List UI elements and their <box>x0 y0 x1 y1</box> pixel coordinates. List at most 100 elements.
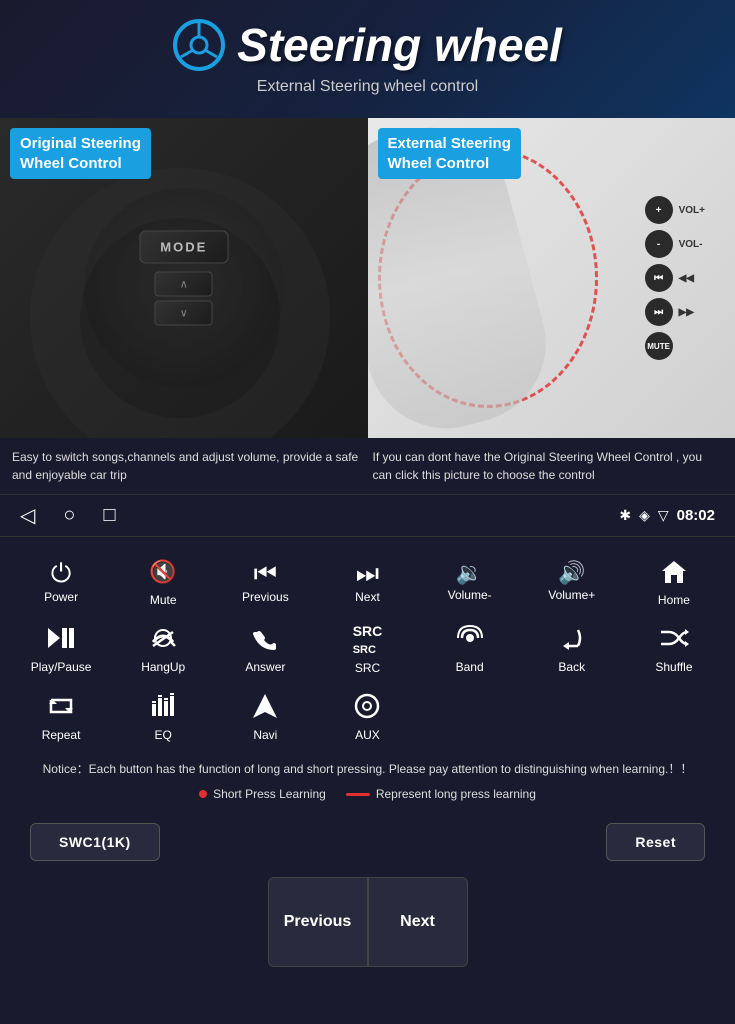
home-nav-icon[interactable]: ○ <box>63 504 75 527</box>
home-label: Home <box>658 593 690 607</box>
previous-button[interactable]: ⏮ Previous <box>214 547 316 613</box>
header-section: Steering wheel External Steering wheel c… <box>0 0 735 118</box>
volume-minus-icon: 🔉 <box>456 562 483 584</box>
short-press-dot <box>199 790 207 798</box>
controls-section: ⏻ Power 🔇 Mute ⏮ Previous ⏭ Next 🔉 Volum… <box>0 537 735 748</box>
android-nav-bar: ◁ ○ □ ✱ ◈ ▽ 08:02 <box>0 494 735 537</box>
vol-minus-mock: - VOL- <box>645 230 705 258</box>
back-label: Back <box>558 660 585 674</box>
system-time: 08:02 <box>677 507 715 524</box>
power-label: Power <box>44 590 78 604</box>
band-icon <box>456 624 484 656</box>
prev-next-nav: Previous Next <box>0 877 735 977</box>
left-image-panel[interactable]: Original SteeringWheel Control MODE ∧ ∨ <box>0 118 368 438</box>
nav-icons-left: ◁ ○ □ <box>20 503 116 528</box>
bluetooth-icon: ✱ <box>619 507 631 524</box>
power-icon: ⏻ <box>51 560 72 586</box>
eq-icon <box>149 692 177 724</box>
controls-row-2: Play/Pause HangUp Answer SRCSRC <box>10 613 725 681</box>
nav-icons-right: ✱ ◈ ▽ 08:02 <box>619 507 715 524</box>
page-title: Steering wheel <box>237 18 562 72</box>
svg-text:🔇: 🔇 <box>149 559 176 584</box>
volume-plus-button[interactable]: 🔊 Volume+ <box>521 547 623 613</box>
external-controls-mock: + VOL+ - VOL- ⏮ ◀◀ ⏭ ▶▶ MUTE <box>645 196 705 360</box>
mute-mock: MUTE <box>645 332 705 360</box>
answer-button[interactable]: Answer <box>214 613 316 681</box>
bottom-buttons-row: SWC1(1K) Reset <box>0 809 735 877</box>
captions-section: Easy to switch songs,channels and adjust… <box>0 438 735 494</box>
long-press-legend: Represent long press learning <box>346 787 536 801</box>
repeat-button[interactable]: Repeat <box>10 682 112 748</box>
shuffle-label: Shuffle <box>655 660 692 674</box>
shuffle-button[interactable]: Shuffle <box>623 613 725 681</box>
mute-label: Mute <box>150 593 177 607</box>
answer-label: Answer <box>245 660 285 674</box>
long-press-line <box>346 793 370 796</box>
next-mock: ⏭ ▶▶ <box>645 298 705 326</box>
play-pause-icon <box>46 624 76 656</box>
prev-mock: ⏮ ◀◀ <box>645 264 705 292</box>
controls-row-3: Repeat EQ <box>10 682 725 748</box>
back-nav-icon[interactable]: ◁ <box>20 503 35 528</box>
next-page-button[interactable]: Next <box>368 877 468 967</box>
right-image-panel[interactable]: External SteeringWheel Control + VOL+ - … <box>368 118 735 438</box>
navi-label: Navi <box>253 728 277 742</box>
location-icon: ◈ <box>639 507 650 524</box>
volume-plus-icon: 🔊 <box>558 562 585 584</box>
images-section: Original SteeringWheel Control MODE ∧ ∨ … <box>0 118 735 438</box>
aux-label: AUX <box>355 728 380 742</box>
next-button[interactable]: ⏭ Next <box>316 547 418 613</box>
short-press-legend: Short Press Learning <box>199 787 326 801</box>
short-press-label: Short Press Learning <box>213 787 326 801</box>
mute-button[interactable]: 🔇 Mute <box>112 547 214 613</box>
page-subtitle: External Steering wheel control <box>20 78 715 96</box>
eq-button[interactable]: EQ <box>112 682 214 748</box>
aux-icon <box>353 692 381 724</box>
volume-minus-label: Volume- <box>448 588 492 602</box>
right-caption: If you can dont have the Original Steeri… <box>373 448 724 484</box>
home-icon <box>660 557 688 589</box>
hangup-icon <box>149 624 177 656</box>
vol-plus-mock: + VOL+ <box>645 196 705 224</box>
header-title-row: Steering wheel <box>20 18 715 72</box>
reset-button[interactable]: Reset <box>606 823 705 861</box>
legend-row: Short Press Learning Represent long pres… <box>16 787 719 801</box>
volume-minus-button[interactable]: 🔉 Volume- <box>419 547 521 613</box>
notice-text: Notice：Each button has the function of l… <box>16 760 719 779</box>
notice-section: Notice：Each button has the function of l… <box>0 748 735 809</box>
home-button[interactable]: Home <box>623 547 725 613</box>
answer-icon <box>251 624 279 656</box>
mute-icon: 🔇 <box>149 557 177 589</box>
volume-plus-label: Volume+ <box>548 588 595 602</box>
power-button[interactable]: ⏻ Power <box>10 547 112 613</box>
controls-row-1: ⏻ Power 🔇 Mute ⏮ Previous ⏭ Next 🔉 Volum… <box>10 547 725 613</box>
previous-page-button[interactable]: Previous <box>268 877 368 967</box>
eq-label: EQ <box>155 728 172 742</box>
swc-button[interactable]: SWC1(1K) <box>30 823 160 861</box>
back-icon <box>558 624 586 656</box>
long-press-label: Represent long press learning <box>376 787 536 801</box>
play-pause-button[interactable]: Play/Pause <box>10 613 112 681</box>
repeat-label: Repeat <box>42 728 81 742</box>
navi-icon <box>251 692 279 724</box>
steering-wheel-icon <box>173 19 225 71</box>
back-button[interactable]: Back <box>521 613 623 681</box>
next-icon: ⏭ <box>356 560 379 586</box>
play-pause-label: Play/Pause <box>31 660 92 674</box>
src-icon: SRCSRC <box>353 623 383 657</box>
aux-button[interactable]: AUX <box>316 682 418 748</box>
external-label: External SteeringWheel Control <box>378 128 521 179</box>
repeat-icon <box>47 692 75 724</box>
hangup-button[interactable]: HangUp <box>112 613 214 681</box>
signal-icon: ▽ <box>658 507 669 524</box>
navi-button[interactable]: Navi <box>214 682 316 748</box>
recents-nav-icon[interactable]: □ <box>103 504 115 527</box>
next-label: Next <box>355 590 380 604</box>
shuffle-icon <box>659 624 689 656</box>
band-button[interactable]: Band <box>419 613 521 681</box>
original-label: Original SteeringWheel Control <box>10 128 151 179</box>
src-button[interactable]: SRCSRC SRC <box>316 613 418 681</box>
band-label: Band <box>456 660 484 674</box>
previous-label: Previous <box>242 590 289 604</box>
src-label: SRC <box>355 661 380 675</box>
